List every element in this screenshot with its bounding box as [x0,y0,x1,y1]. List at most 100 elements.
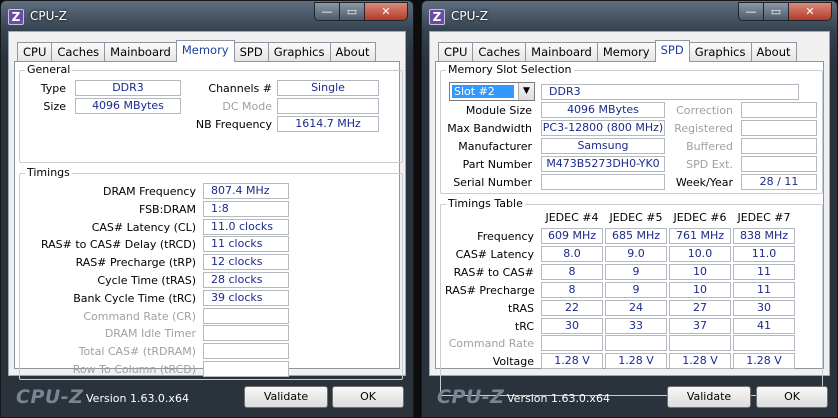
size-value: 4096 MBytes [75,98,181,114]
timing-label: CAS# Latency (CL) [91,220,196,234]
table-cell: 9.0 [605,245,667,262]
validate-button[interactable]: Validate [667,386,751,408]
tab-about[interactable]: About [329,42,376,62]
timing-label: Row To Column (tRCD) [72,363,196,376]
title-bar[interactable]: Z CPU-Z — ▭ ✕ [1,1,413,31]
tab-caches[interactable]: Caches [51,42,106,62]
maximize-button[interactable]: ▭ [339,2,365,21]
chevron-down-icon[interactable]: ▼ [518,83,534,100]
type-label: Type [40,82,66,95]
table-row-label: CAS# Latency [455,247,534,261]
tab-mainboard[interactable]: Mainboard [104,42,177,62]
table-cell [669,335,731,352]
table-cell: 11 [733,281,795,298]
table-cell: 24 [605,299,667,316]
nb-frequency-label: NB Frequency [195,118,272,131]
tab-caches[interactable]: Caches [472,42,527,62]
close-button[interactable]: ✕ [364,2,408,21]
table-cell: 37 [669,317,731,334]
cpuz-logo: CPU-Z [437,386,505,408]
table-cell [541,335,603,352]
size-label: Size [43,100,66,113]
channels-label: Channels # [208,82,272,95]
tab-mainboard[interactable]: Mainboard [525,42,598,62]
tab-memory[interactable]: Memory [596,42,656,62]
table-cell: 11 [733,263,795,280]
validate-button[interactable]: Validate [244,386,328,408]
table-cell: 11.0 [733,245,795,262]
timings-group: Timings DRAM Frequency 807.4 MHz FSB:DRAM 1… [19,166,403,380]
table-cell: 10.0 [669,245,731,262]
week-year-label: Week/Year [675,176,733,189]
tab-cpu[interactable]: CPU [17,42,53,62]
timing-label: RAS# Precharge (tRP) [75,256,196,270]
registered-value [741,120,817,136]
tab-spd[interactable]: SPD [654,40,690,62]
table-cell: 8 [541,263,603,280]
version-text: Version 1.63.0.x64 [86,392,189,405]
cpuz-window-memory: Z CPU-Z — ▭ ✕ CPU Caches Mainboard Memor… [0,0,414,418]
buffered-value [741,138,817,154]
week-year-value: 28 / 11 [741,174,817,190]
table-row-label: Frequency [477,230,534,243]
tab-about[interactable]: About [750,42,797,62]
table-cell: 10 [669,281,731,298]
tab-bar: CPU Caches Mainboard Memory SPD Graphics… [17,40,376,62]
ok-button[interactable]: OK [756,386,828,408]
cpuz-app-icon[interactable]: Z [8,9,24,25]
table-cell [733,335,795,352]
timing-value: 39 clocks [203,289,289,306]
timing-label: Command Rate (CR) [83,309,196,323]
timing-value [203,361,289,377]
timing-value: 11.0 clocks [203,218,289,235]
cpuz-logo: CPU-Z [16,386,84,408]
table-row-label: Command Rate [448,337,534,351]
tab-graphics[interactable]: Graphics [267,42,331,62]
table-row-label: tRAS [507,301,534,315]
footer: CPU-Z Version 1.63.0.x64 Validate OK [8,379,406,415]
timing-value: 807.4 MHz [203,183,289,199]
timing-label: Cycle Time (tRAS) [97,274,196,287]
table-cell: 10 [669,263,731,280]
type-value: DDR3 [75,80,181,96]
dc-mode-label: DC Mode [222,100,272,113]
general-group: General Type DDR3 Size 4096 MBytes Chann… [19,63,403,163]
tab-memory[interactable]: Memory [175,40,235,62]
timings-group-label: Timings [25,166,72,179]
tab-spd[interactable]: SPD [233,42,269,62]
memory-page: General Type DDR3 Size 4096 MBytes Chann… [14,61,403,380]
table-cell: 30 [541,317,603,334]
table-cell: 609 MHz [541,228,603,244]
timing-value [203,325,289,342]
table-cell: 1.28 V [541,353,603,370]
column-header: JEDEC #7 [737,211,791,224]
tab-cpu[interactable]: CPU [438,42,474,62]
cpuz-app-icon[interactable]: Z [429,9,445,25]
ok-button[interactable]: OK [332,386,404,408]
timing-value: 11 clocks [203,236,289,253]
dc-mode-value [277,98,379,114]
timing-label: RAS# to CAS# Delay (tRCD) [40,238,196,252]
nb-frequency-value: 1614.7 MHz [277,116,379,132]
buffered-label: Buffered [686,140,733,153]
version-text: Version 1.63.0.x64 [507,392,610,405]
table-cell: 22 [541,299,603,316]
tab-graphics[interactable]: Graphics [688,42,752,62]
title-bar[interactable]: Z CPU-Z — ▭ ✕ [422,1,837,31]
manufacturer-label: Manufacturer [458,140,532,153]
timings-table-group-label: Timings Table [446,197,525,210]
memory-type-value: DDR3 [541,84,799,100]
maximize-button[interactable]: ▭ [763,2,789,21]
table-row-label: tRC [514,319,534,333]
slot-selection-group: Memory Slot Selection Slot #2 ▼ DDR3 Mod… [440,63,823,194]
timing-value: 1:8 [203,200,289,217]
minimize-button[interactable]: — [738,2,764,21]
timing-value: 12 clocks [203,254,289,271]
table-cell: 33 [605,317,667,334]
registered-label: Registered [674,122,733,135]
table-cell [605,335,667,352]
minimize-button[interactable]: — [314,2,340,21]
slot-select[interactable]: Slot #2 ▼ [449,82,535,101]
close-button[interactable]: ✕ [788,2,832,21]
slot-selection-group-label: Memory Slot Selection [446,63,574,76]
